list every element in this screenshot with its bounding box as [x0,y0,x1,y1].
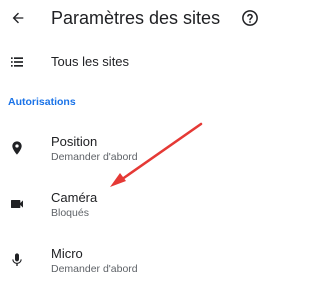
list-icon [8,53,26,71]
permission-item-microphone[interactable]: Micro Demander d'abord [0,242,269,282]
page-title: Paramètres des sites [51,8,221,28]
permission-label: Position [51,134,98,149]
all-sites-item[interactable]: Tous les sites [0,50,269,74]
permissions-section-title: Autorisations [8,96,76,108]
help-circle-icon [242,10,258,26]
back-button[interactable] [6,6,30,30]
arrow-back-icon [12,12,24,24]
all-sites-label: Tous les sites [51,54,130,69]
permission-label: Micro [51,246,83,261]
permission-status: Bloqués [51,207,89,219]
permission-item-camera[interactable]: Caméra Bloqués [0,186,269,226]
location-pin-icon [8,139,26,157]
video-camera-icon [8,195,26,213]
app-header: Paramètres des sites [0,0,269,40]
permission-status: Demander d'abord [51,151,138,163]
permission-label: Caméra [51,190,98,205]
help-button[interactable] [240,8,260,28]
microphone-icon [8,251,26,269]
permission-status: Demander d'abord [51,263,138,275]
permission-item-location[interactable]: Position Demander d'abord [0,130,269,170]
